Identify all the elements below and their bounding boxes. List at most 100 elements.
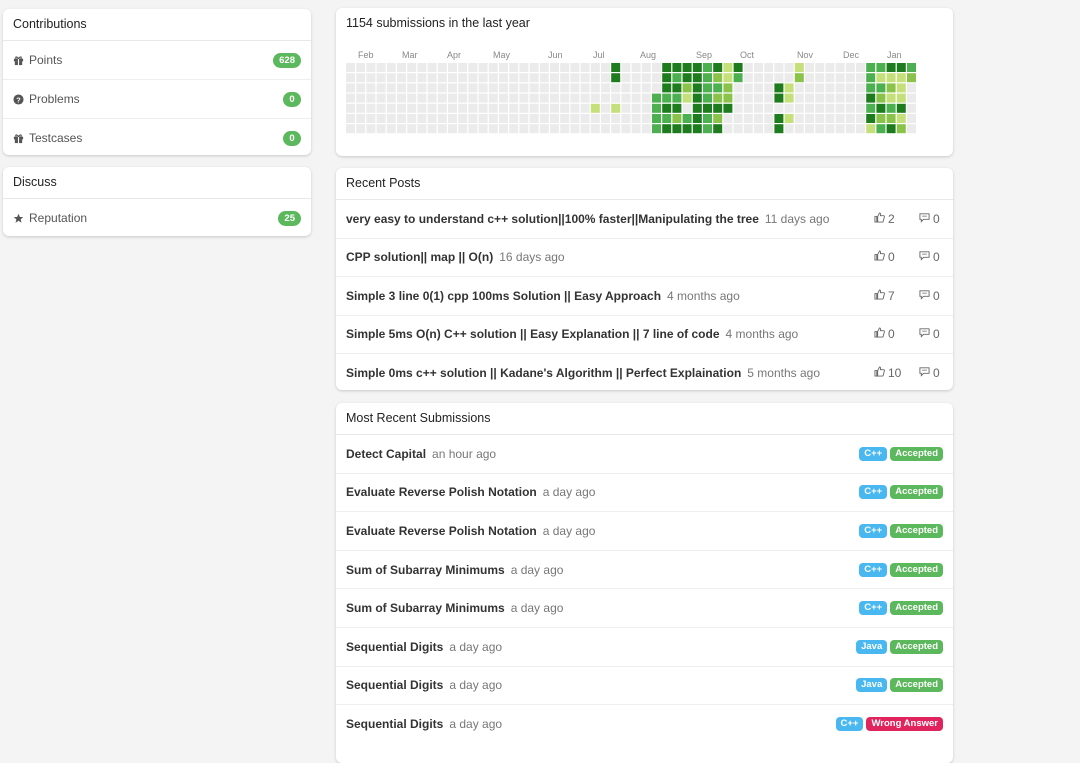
heatmap-cell[interactable]	[580, 63, 590, 72]
heatmap-cell[interactable]	[488, 114, 498, 123]
heatmap-cell[interactable]	[488, 103, 498, 113]
heatmap-cell[interactable]	[437, 63, 447, 72]
heatmap-cell[interactable]	[794, 114, 804, 123]
heatmap-cell[interactable]	[784, 93, 794, 103]
heatmap-cell[interactable]	[509, 103, 519, 113]
heatmap-cell[interactable]	[754, 93, 763, 103]
heatmap-cell[interactable]	[346, 93, 355, 103]
heatmap-cell[interactable]	[713, 124, 723, 134]
post-title[interactable]: Simple 0ms c++ solution || Kadane's Algo…	[346, 366, 741, 380]
heatmap-cell[interactable]	[896, 73, 906, 83]
heatmap-cell[interactable]	[529, 103, 539, 113]
heatmap-cell[interactable]	[907, 73, 916, 83]
heatmap-cell[interactable]	[529, 114, 539, 123]
heatmap-cell[interactable]	[641, 114, 651, 123]
heatmap-cell[interactable]	[611, 124, 621, 134]
heatmap-cell[interactable]	[805, 63, 814, 72]
heatmap-cell[interactable]	[682, 83, 692, 93]
heatmap-cell[interactable]	[845, 124, 855, 134]
heatmap-cell[interactable]	[856, 63, 865, 72]
heatmap-cell[interactable]	[458, 114, 468, 123]
heatmap-cell[interactable]	[366, 124, 376, 134]
heatmap-cell[interactable]	[427, 103, 437, 113]
heatmap-cell[interactable]	[478, 103, 488, 113]
heatmap-cell[interactable]	[733, 93, 743, 103]
heatmap-cell[interactable]	[550, 83, 559, 93]
heatmap-cell[interactable]	[529, 93, 539, 103]
heatmap-cell[interactable]	[805, 124, 814, 134]
heatmap-cell[interactable]	[437, 73, 447, 83]
heatmap-cell[interactable]	[397, 83, 406, 93]
heatmap-cell[interactable]	[856, 124, 865, 134]
heatmap-cell[interactable]	[366, 63, 376, 72]
heatmap-cell[interactable]	[743, 124, 753, 134]
post-title[interactable]: Simple 5ms O(n) C++ solution || Easy Exp…	[346, 327, 720, 341]
heatmap-cell[interactable]	[907, 103, 916, 113]
heatmap-cell[interactable]	[570, 93, 580, 103]
heatmap-cell[interactable]	[672, 103, 682, 113]
heatmap-cell[interactable]	[611, 93, 621, 103]
heatmap-cell[interactable]	[570, 124, 580, 134]
heatmap-cell[interactable]	[692, 73, 702, 83]
heatmap-cell[interactable]	[856, 93, 865, 103]
heatmap-cell[interactable]	[682, 103, 692, 113]
heatmap-cell[interactable]	[641, 73, 651, 83]
heatmap-cell[interactable]	[590, 73, 600, 83]
heatmap-cell[interactable]	[805, 114, 814, 123]
post-title[interactable]: CPP solution|| map || O(n)	[346, 250, 493, 264]
heatmap-cell[interactable]	[815, 83, 825, 93]
heatmap-cell[interactable]	[866, 63, 876, 72]
heatmap-cell[interactable]	[468, 73, 478, 83]
heatmap-cell[interactable]	[499, 124, 508, 134]
heatmap-cell[interactable]	[723, 103, 733, 113]
heatmap-cell[interactable]	[560, 124, 570, 134]
heatmap-cell[interactable]	[641, 93, 651, 103]
heatmap-cell[interactable]	[825, 73, 835, 83]
heatmap-cell[interactable]	[815, 103, 825, 113]
heatmap-cell[interactable]	[601, 93, 610, 103]
heatmap-cell[interactable]	[835, 114, 845, 123]
heatmap-cell[interactable]	[539, 73, 549, 83]
heatmap-cell[interactable]	[570, 114, 580, 123]
heatmap-cell[interactable]	[539, 103, 549, 113]
heatmap-cell[interactable]	[407, 124, 417, 134]
heatmap-cell[interactable]	[682, 124, 692, 134]
heatmap-cell[interactable]	[427, 73, 437, 83]
heatmap-cell[interactable]	[478, 114, 488, 123]
heatmap-cell[interactable]	[590, 114, 600, 123]
heatmap-cell[interactable]	[529, 63, 539, 72]
heatmap-cell[interactable]	[611, 114, 621, 123]
heatmap-cell[interactable]	[407, 103, 417, 113]
heatmap-cell[interactable]	[458, 73, 468, 83]
submission-title[interactable]: Sequential Digits	[346, 678, 443, 692]
heatmap-cell[interactable]	[856, 103, 865, 113]
heatmap-cell[interactable]	[794, 73, 804, 83]
heatmap-cell[interactable]	[713, 103, 723, 113]
heatmap-cell[interactable]	[723, 124, 733, 134]
heatmap-cell[interactable]	[407, 114, 417, 123]
heatmap-cell[interactable]	[825, 83, 835, 93]
heatmap-cell[interactable]	[529, 83, 539, 93]
heatmap-cell[interactable]	[896, 83, 906, 93]
heatmap-cell[interactable]	[550, 63, 559, 72]
heatmap-cell[interactable]	[519, 103, 529, 113]
heatmap-cell[interactable]	[692, 63, 702, 72]
heatmap-cell[interactable]	[560, 83, 570, 93]
submission-row[interactable]: Sequential Digits a day ago Java Accepted	[336, 667, 953, 706]
submission-title[interactable]: Detect Capital	[346, 447, 426, 461]
heatmap-cell[interactable]	[896, 114, 906, 123]
heatmap-cell[interactable]	[386, 73, 396, 83]
heatmap-cell[interactable]	[774, 63, 784, 72]
heatmap-cell[interactable]	[723, 63, 733, 72]
heatmap-cell[interactable]	[672, 63, 682, 72]
heatmap-cell[interactable]	[580, 103, 590, 113]
heatmap-cell[interactable]	[641, 83, 651, 93]
heatmap-cell[interactable]	[825, 124, 835, 134]
heatmap-cell[interactable]	[560, 114, 570, 123]
heatmap-cell[interactable]	[907, 83, 916, 93]
heatmap-cell[interactable]	[468, 103, 478, 113]
heatmap-cell[interactable]	[366, 103, 376, 113]
heatmap-cell[interactable]	[366, 83, 376, 93]
heatmap-cell[interactable]	[519, 83, 529, 93]
heatmap-cell[interactable]	[570, 63, 580, 72]
